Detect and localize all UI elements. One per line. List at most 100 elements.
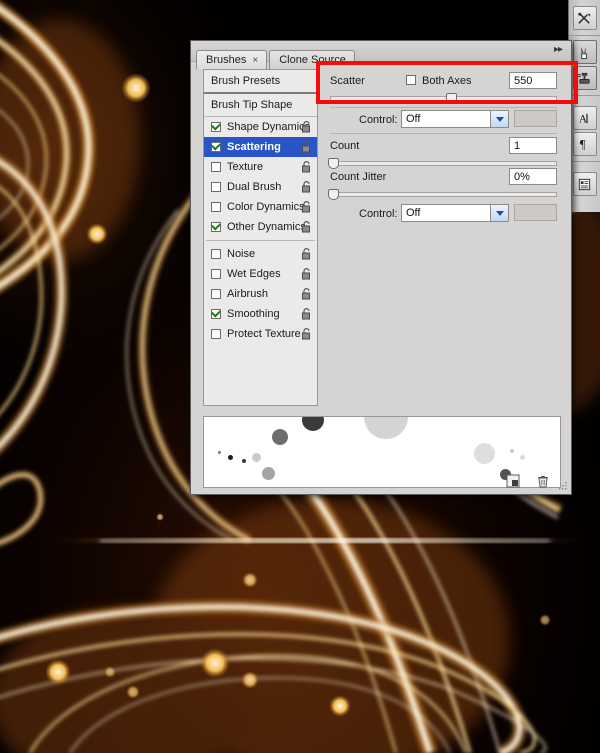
- count-slider-thumb[interactable]: [328, 158, 339, 169]
- preview-dot: [474, 443, 495, 464]
- collapse-panel-icon[interactable]: ▸▸: [551, 44, 565, 56]
- checkbox-smoothing[interactable]: [211, 309, 221, 319]
- option-row-smoothing[interactable]: Smoothing: [204, 304, 317, 324]
- option-row-shape-dynamics[interactable]: Shape Dynamics: [204, 117, 317, 137]
- divider: [330, 107, 557, 108]
- preview-dot: [252, 453, 261, 462]
- option-label-shape-dynamics: Shape Dynamics: [227, 121, 310, 133]
- option-label-noise: Noise: [227, 248, 255, 260]
- count-jitter-value-input[interactable]: 0%: [509, 168, 557, 185]
- count-jitter-slider-track[interactable]: [330, 192, 557, 197]
- option-label-airbrush: Airbrush: [227, 288, 268, 300]
- preview-dot: [272, 429, 288, 445]
- option-row-airbrush[interactable]: Airbrush: [204, 284, 317, 304]
- lock-icon[interactable]: [301, 161, 312, 173]
- control-select-2[interactable]: Off: [401, 204, 509, 222]
- lock-icon[interactable]: [301, 201, 312, 213]
- option-row-noise[interactable]: Noise: [204, 244, 317, 264]
- layer-comps-icon[interactable]: [573, 172, 597, 196]
- sidebar-item-brush-tip-shape[interactable]: Brush Tip Shape: [204, 94, 317, 117]
- option-label-other-dynamics: Other Dynamics: [227, 221, 306, 233]
- character-icon[interactable]: A: [573, 106, 597, 130]
- count-jitter-slider-thumb[interactable]: [328, 189, 339, 200]
- tool-presets-icon[interactable]: [573, 6, 597, 30]
- lock-icon[interactable]: [301, 121, 312, 133]
- lock-icon[interactable]: [301, 141, 312, 153]
- checkbox-both-axes[interactable]: [406, 75, 416, 85]
- control-extra-1: [514, 110, 557, 127]
- clone-source-icon[interactable]: [573, 66, 597, 90]
- option-row-texture[interactable]: Texture: [204, 157, 317, 177]
- svg-text:¶: ¶: [580, 137, 586, 151]
- checkbox-color-dynamics[interactable]: [211, 202, 221, 212]
- preview-dot: [242, 459, 246, 463]
- option-row-scattering[interactable]: Scattering: [204, 137, 317, 157]
- chevron-down-icon[interactable]: [490, 205, 508, 221]
- option-label-texture: Texture: [227, 161, 263, 173]
- scatter-label: Scatter: [330, 75, 365, 87]
- option-label-dual-brush: Dual Brush: [227, 181, 281, 193]
- count-jitter-label: Count Jitter: [330, 171, 386, 183]
- dock-group-2: [569, 36, 600, 96]
- lock-icon[interactable]: [301, 288, 312, 300]
- new-brush-icon[interactable]: [506, 474, 521, 489]
- paragraph-icon[interactable]: ¶: [573, 132, 597, 156]
- count-slider-track[interactable]: [330, 161, 557, 166]
- option-label-color-dynamics: Color Dynamics: [227, 201, 305, 213]
- preview-dot: [302, 416, 324, 431]
- lock-icon[interactable]: [301, 328, 312, 340]
- scatter-slider-thumb[interactable]: [446, 93, 457, 104]
- option-label-protect-texture: Protect Texture: [227, 328, 301, 340]
- brushes-icon[interactable]: [573, 40, 597, 64]
- both-axes-label: Both Axes: [422, 75, 472, 87]
- scattering-controls: Scatter Both Axes 550 Control: Off Count…: [324, 63, 571, 408]
- scatter-slider-track[interactable]: [330, 96, 557, 101]
- lock-icon[interactable]: [301, 308, 312, 320]
- preview-dot: [510, 449, 514, 453]
- brush-options-list[interactable]: Brush Presets Brush Tip Shape Shape Dyna…: [203, 69, 318, 406]
- checkbox-other-dynamics[interactable]: [211, 222, 221, 232]
- list-divider: [206, 240, 315, 241]
- checkbox-airbrush[interactable]: [211, 289, 221, 299]
- option-row-dual-brush[interactable]: Dual Brush: [204, 177, 317, 197]
- option-row-wet-edges[interactable]: Wet Edges: [204, 264, 317, 284]
- checkbox-texture[interactable]: [211, 162, 221, 172]
- divider: [330, 133, 557, 134]
- control-label-2: Control:: [359, 208, 398, 220]
- preview-dot: [520, 455, 525, 460]
- scatter-value-input[interactable]: 550: [509, 72, 557, 89]
- lock-icon[interactable]: [301, 221, 312, 233]
- preview-dot: [218, 451, 221, 454]
- preview-dot: [364, 416, 408, 439]
- checkbox-noise[interactable]: [211, 249, 221, 259]
- option-label-smoothing: Smoothing: [227, 308, 280, 320]
- chevron-down-icon[interactable]: [490, 111, 508, 127]
- brushes-panel[interactable]: ▸▸ Brushes× Clone Source Brush Presets B…: [190, 40, 572, 495]
- option-label-wet-edges: Wet Edges: [227, 268, 281, 280]
- preview-dot: [228, 455, 233, 460]
- control-select-1[interactable]: Off: [401, 110, 509, 128]
- option-row-other-dynamics[interactable]: Other Dynamics: [204, 217, 317, 237]
- control-select-1-value: Off: [406, 113, 420, 125]
- lock-icon[interactable]: [301, 181, 312, 193]
- sidebar-item-brush-presets[interactable]: Brush Presets: [204, 70, 317, 94]
- lock-icon[interactable]: [301, 268, 312, 280]
- panel-footer: [191, 472, 571, 492]
- dock-group-4: [569, 168, 600, 201]
- control-label-1: Control:: [359, 114, 398, 126]
- count-value-input[interactable]: 1: [509, 137, 557, 154]
- checkbox-wet-edges[interactable]: [211, 269, 221, 279]
- control-select-2-value: Off: [406, 207, 420, 219]
- right-dock-toolbar[interactable]: A ¶: [568, 0, 600, 212]
- panel-body: Brush Presets Brush Tip Shape Shape Dyna…: [191, 61, 571, 494]
- delete-brush-icon[interactable]: [536, 474, 551, 489]
- option-row-color-dynamics[interactable]: Color Dynamics: [204, 197, 317, 217]
- option-row-protect-texture[interactable]: Protect Texture: [204, 324, 317, 344]
- lock-icon[interactable]: [301, 248, 312, 260]
- checkbox-dual-brush[interactable]: [211, 182, 221, 192]
- checkbox-scattering[interactable]: [211, 142, 221, 152]
- resize-grip-icon[interactable]: [559, 478, 567, 486]
- checkbox-shape-dynamics[interactable]: [211, 122, 221, 132]
- checkbox-protect-texture[interactable]: [211, 329, 221, 339]
- count-label: Count: [330, 140, 359, 152]
